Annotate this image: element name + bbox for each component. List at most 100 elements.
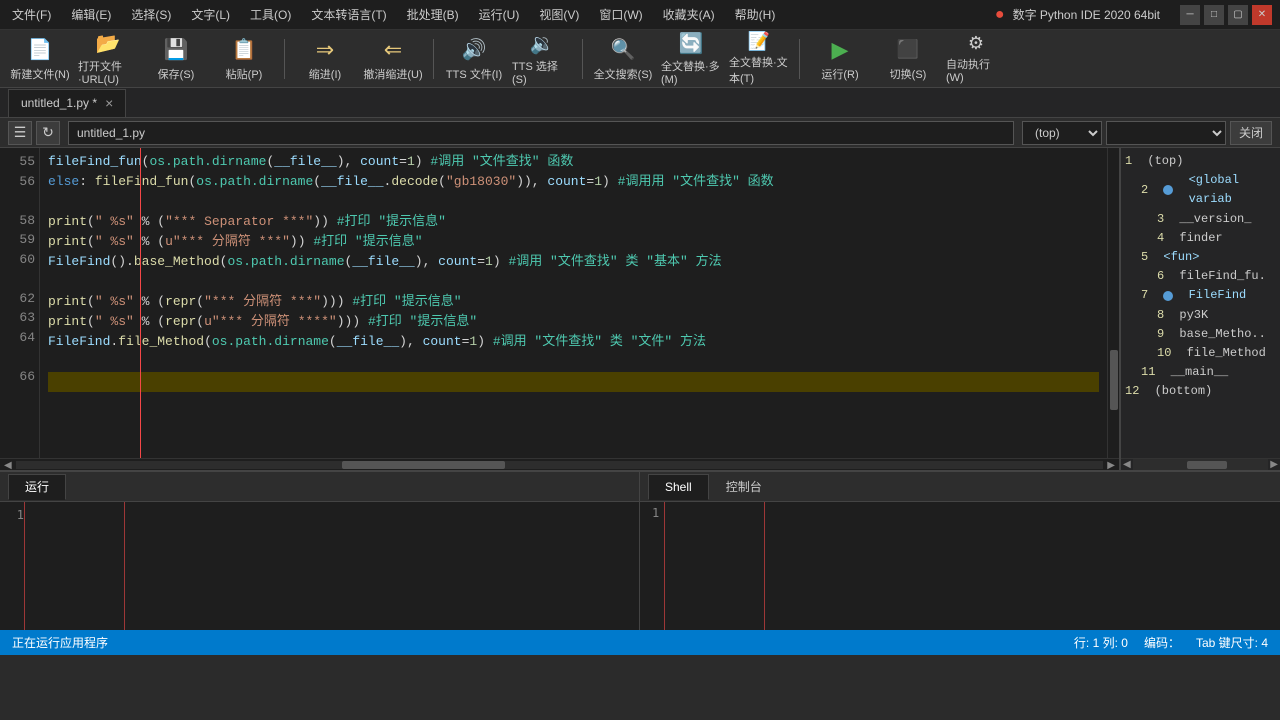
toolbar-auto-run[interactable]: ⚙ 自动执行(W) — [944, 33, 1008, 85]
right-h-scroll-left[interactable]: ◀ — [1121, 459, 1133, 470]
toolbar-tts-file[interactable]: 🔊 TTS 文件(I) — [442, 33, 506, 85]
toolbar-switch-label: 切换(S) — [890, 66, 927, 82]
nav-refresh-button[interactable]: ↻ — [36, 121, 60, 145]
toolbar-open-file[interactable]: 📂 打开文件·URL(U) — [76, 33, 140, 85]
console-tab-button[interactable]: 控制台 — [709, 474, 779, 500]
toolbar-paste[interactable]: 📋 粘贴(P) — [212, 33, 276, 85]
line-numbers: 55 56 58 59 60 62 63 64 66 — [0, 148, 40, 458]
tab-filename: untitled_1.py * — [21, 96, 97, 110]
toolbar-switch[interactable]: ⬛ 切换(S) — [876, 33, 940, 85]
code-line-61 — [48, 272, 1099, 292]
toolbar-unindent[interactable]: ⇐ 撤消缩进(U) — [361, 33, 425, 85]
nav-context2-select[interactable] — [1106, 121, 1226, 145]
run-line-numbers: 1 — [0, 506, 24, 525]
code-line-56: else: fileFind_fun(os.path.dirname(__fil… — [48, 172, 1099, 192]
minimize-button[interactable]: ─ — [1180, 5, 1200, 25]
code-line-64: FileFind.file_Method(os.path.dirname(__f… — [48, 332, 1099, 352]
run-panel: 运行 1 — [0, 472, 640, 630]
maximize-button[interactable]: ▢ — [1228, 5, 1248, 25]
nav-path-input[interactable] — [68, 121, 1014, 145]
toolbar-new-file-label: 新建文件(N) — [10, 66, 69, 82]
toolbar-replace-text-label: 全文替换·文本(T) — [729, 54, 789, 86]
code-line-57 — [48, 192, 1099, 212]
code-line-66 — [48, 372, 1099, 392]
indent-icon: ⇒ — [311, 36, 339, 64]
toolbar-save[interactable]: 💾 保存(S) — [144, 33, 208, 85]
close-button[interactable]: ✕ — [1252, 5, 1272, 25]
nav-close-button[interactable]: 关闭 — [1230, 121, 1272, 145]
nav-context-select[interactable]: (top) — [1022, 121, 1102, 145]
shell-tab-button[interactable]: Shell — [648, 474, 709, 500]
editor-scrollbar-thumb[interactable] — [1110, 350, 1118, 410]
menu-favorites[interactable]: 收藏夹(A) — [659, 4, 719, 25]
status-encoding: 编码： — [1144, 634, 1180, 651]
editor-h-scrollbar[interactable]: ◀ ▶ — [0, 458, 1119, 470]
h-scrollbar-thumb[interactable] — [342, 461, 505, 469]
menu-tools[interactable]: 工具(O) — [246, 4, 295, 25]
menu-batch[interactable]: 批处理(B) — [403, 4, 463, 25]
code-line-55: fileFind_fun(os.path.dirname(__file__), … — [48, 152, 1099, 172]
toolbar-auto-run-label: 自动执行(W) — [946, 56, 1006, 84]
toolbar-sep-4 — [799, 39, 800, 79]
editor-tab-file[interactable]: untitled_1.py * × — [8, 89, 126, 117]
outline-item-8: 8 py3K — [1125, 306, 1264, 325]
app-title: 数字 Python IDE 2020 64bit — [1013, 6, 1160, 23]
nav-left: ☰ ↻ — [8, 121, 60, 145]
tts-file-icon: 🔊 — [460, 36, 488, 64]
code-line-60: FileFind().base_Method(os.path.dirname(_… — [48, 252, 1099, 272]
right-panel-h-scrollbar[interactable]: ◀ ▶ — [1121, 458, 1280, 470]
menu-text[interactable]: 文字(L) — [187, 4, 234, 25]
toolbar-replace-multi[interactable]: 🔄 全文替换·多(M) — [659, 33, 723, 85]
h-scroll-left[interactable]: ◀ — [0, 460, 16, 471]
switch-icon: ⬛ — [894, 36, 922, 64]
outline-item-2: 2 <global variab — [1125, 171, 1264, 209]
right-h-scrollbar-thumb[interactable] — [1187, 461, 1227, 469]
menu-file[interactable]: 文件(F) — [8, 4, 55, 25]
menu-edit[interactable]: 编辑(E) — [67, 4, 115, 25]
menu-window[interactable]: 窗口(W) — [595, 4, 646, 25]
toolbar-run-label: 运行(R) — [821, 66, 858, 82]
menu-bar: 文件(F) 编辑(E) 选择(S) 文字(L) 工具(O) 文本转语言(T) 批… — [8, 4, 779, 25]
menu-tts[interactable]: 文本转语言(T) — [307, 4, 390, 25]
menu-help[interactable]: 帮助(H) — [731, 4, 780, 25]
bottom-panel: 运行 1 Shell 控制台 1 — [0, 470, 1280, 630]
menu-view[interactable]: 视图(V) — [535, 4, 583, 25]
editor-scrollbar[interactable] — [1107, 148, 1119, 458]
toolbar-replace-text[interactable]: 📝 全文替换·文本(T) — [727, 33, 791, 85]
shell-content[interactable]: 1 — [640, 502, 1280, 630]
toolbar-indent-label: 缩进(I) — [309, 66, 341, 82]
unindent-icon: ⇐ — [379, 36, 407, 64]
right-h-scroll-right[interactable]: ▶ — [1268, 459, 1280, 470]
toolbar-new-file[interactable]: 📄 新建文件(N) — [8, 33, 72, 85]
toolbar-indent[interactable]: ⇒ 缩进(I) — [293, 33, 357, 85]
outline-item-1: 1 (top) — [1125, 152, 1264, 171]
red-line-left — [140, 148, 141, 458]
shell-sep-line-1 — [664, 502, 665, 630]
outline-item-7: 7 FileFind — [1125, 286, 1264, 305]
code-content[interactable]: fileFind_fun(os.path.dirname(__file__), … — [40, 148, 1107, 458]
toolbar-open-file-label: 打开文件·URL(U) — [78, 58, 138, 86]
toolbar-search[interactable]: 🔍 全文搜索(S) — [591, 33, 655, 85]
toolbar-tts-select[interactable]: 🔉 TTS 选择(S) — [510, 33, 574, 85]
run-tab-button[interactable]: 运行 — [8, 474, 66, 500]
editor-area: 55 56 58 59 60 62 63 64 66 fileFind_fun(… — [0, 148, 1120, 470]
code-line-58: print(" %s" % ("*** Separator ***")) #打印… — [48, 212, 1099, 232]
toolbar-run[interactable]: ▶ 运行(R) — [808, 33, 872, 85]
h-scroll-right[interactable]: ▶ — [1103, 460, 1119, 471]
outline-dot-2 — [1163, 185, 1173, 195]
outline-item-6: 6 fileFind_fu... — [1125, 267, 1264, 286]
nav-menu-button[interactable]: ☰ — [8, 121, 32, 145]
run-content[interactable]: 1 — [0, 502, 639, 630]
menu-run[interactable]: 运行(U) — [475, 4, 524, 25]
run-sep-line-2 — [124, 502, 125, 630]
tab-close-button[interactable]: × — [105, 95, 113, 111]
shell-tab-bar: Shell 控制台 — [640, 472, 1280, 502]
restore-button[interactable]: □ — [1204, 5, 1224, 25]
outline-item-9: 9 base_Metho... — [1125, 325, 1264, 344]
outline-item-11: 11 __main__ — [1125, 363, 1264, 382]
app-logo: ● — [995, 6, 1005, 24]
right-panel-scrollbar[interactable] — [1268, 148, 1280, 458]
title-bar-left: 文件(F) 编辑(E) 选择(S) 文字(L) 工具(O) 文本转语言(T) 批… — [8, 4, 779, 25]
shell-panel: Shell 控制台 1 — [640, 472, 1280, 630]
menu-select[interactable]: 选择(S) — [127, 4, 175, 25]
